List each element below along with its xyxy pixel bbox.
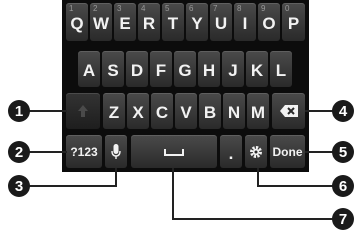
key-p-alt: 0: [285, 4, 290, 13]
key-i-alt: 8: [237, 4, 242, 13]
key-t[interactable]: 5 T: [162, 3, 184, 41]
key-d-label: D: [130, 61, 144, 80]
key-v-label: V: [180, 103, 192, 122]
callout-line-2: [29, 151, 67, 153]
key-f-label: F: [155, 61, 167, 80]
key-h-label: H: [202, 61, 216, 80]
key-v[interactable]: V: [175, 93, 197, 129]
key-n-label: N: [227, 103, 241, 122]
key-t-label: T: [167, 14, 179, 33]
key-k[interactable]: K: [246, 51, 268, 87]
key-u-label: U: [214, 14, 228, 33]
key-o-alt: 9: [261, 4, 266, 13]
key-n[interactable]: N: [223, 93, 245, 129]
key-a[interactable]: A: [78, 51, 100, 87]
microphone-icon: [111, 143, 121, 159]
key-h[interactable]: H: [198, 51, 220, 87]
callout-badge-5: 5: [332, 141, 354, 163]
key-s-label: S: [107, 61, 119, 80]
shift-arrow-icon: [78, 105, 88, 117]
key-c[interactable]: C: [151, 93, 173, 129]
shift-key[interactable]: [66, 93, 100, 129]
key-t-alt: 5: [165, 4, 170, 13]
callout-line-7a: [172, 168, 174, 220]
key-w[interactable]: 2 W: [90, 3, 112, 41]
key-w-alt: 2: [93, 4, 98, 13]
key-q-label: Q: [70, 14, 84, 33]
key-b-label: B: [203, 103, 217, 122]
callout-line-7b: [172, 218, 333, 220]
key-j-label: J: [228, 61, 238, 80]
key-e[interactable]: 3 E: [114, 3, 136, 41]
key-q[interactable]: 1 Q: [66, 3, 88, 41]
done-key[interactable]: Done: [270, 135, 305, 168]
key-q-alt: 1: [69, 4, 74, 13]
callout-badge-2: 2: [8, 141, 30, 163]
key-b[interactable]: B: [199, 93, 221, 129]
key-u[interactable]: 7 U: [210, 3, 232, 41]
key-w-label: W: [92, 14, 110, 33]
callout-line-6a: [257, 168, 259, 186]
key-j[interactable]: J: [222, 51, 244, 87]
symbols-key[interactable]: ?123: [66, 135, 102, 168]
callout-badge-7: 7: [332, 208, 354, 230]
key-g-label: G: [178, 61, 192, 80]
key-m[interactable]: M: [247, 93, 269, 129]
key-l[interactable]: L: [270, 51, 292, 87]
callout-badge-6: 6: [332, 175, 354, 197]
callout-line-3b: [29, 185, 117, 187]
key-z[interactable]: Z: [103, 93, 125, 129]
key-i[interactable]: 8 I: [234, 3, 256, 41]
key-s[interactable]: S: [102, 51, 124, 87]
key-m-label: M: [250, 103, 266, 122]
voice-input-key[interactable]: [105, 135, 127, 168]
key-g[interactable]: G: [174, 51, 196, 87]
callout-badge-4: 4: [332, 100, 354, 122]
callout-line-1: [29, 110, 67, 112]
key-x-label: X: [132, 103, 144, 122]
key-y-alt: 6: [189, 4, 194, 13]
key-p-label: P: [287, 14, 300, 33]
key-l-label: L: [275, 61, 287, 80]
key-z-label: Z: [108, 103, 120, 122]
key-r-alt: 4: [141, 4, 146, 13]
key-i-label: I: [242, 14, 248, 33]
space-key[interactable]: [131, 135, 217, 168]
period-key-label: .: [228, 143, 234, 163]
key-d[interactable]: D: [126, 51, 148, 87]
key-a-label: A: [82, 61, 96, 80]
key-e-alt: 3: [117, 4, 122, 13]
callout-line-6b: [257, 185, 333, 187]
done-key-label: Done: [272, 144, 303, 159]
key-u-alt: 7: [213, 4, 218, 13]
symbols-key-label: ?123: [70, 144, 98, 159]
callout-line-3a: [115, 168, 117, 186]
key-o-label: O: [262, 14, 276, 33]
period-key[interactable]: .: [220, 135, 242, 168]
key-y[interactable]: 6 Y: [186, 3, 208, 41]
key-f[interactable]: F: [150, 51, 172, 87]
callout-badge-3: 3: [8, 175, 30, 197]
callout-line-5: [305, 151, 333, 153]
key-k-label: K: [250, 61, 264, 80]
callout-line-4: [305, 110, 333, 112]
virtual-keyboard: 1 Q 2 W 3 E 4 R 5 T 6 Y 7 U 8 I 9 O 0 P …: [62, 0, 309, 172]
key-o[interactable]: 9 O: [258, 3, 280, 41]
delete-key[interactable]: [272, 93, 305, 129]
key-y-label: Y: [191, 14, 203, 33]
key-p[interactable]: 0 P: [282, 3, 305, 41]
settings-key[interactable]: [245, 135, 267, 168]
key-c-label: C: [155, 103, 169, 122]
key-e-label: E: [119, 14, 131, 33]
space-bar-icon: [164, 148, 184, 156]
key-r[interactable]: 4 R: [138, 3, 160, 41]
key-r-label: R: [142, 14, 156, 33]
callout-badge-1: 1: [8, 100, 30, 122]
backspace-icon: [279, 105, 298, 117]
gear-icon: [250, 145, 262, 158]
key-x[interactable]: X: [127, 93, 149, 129]
